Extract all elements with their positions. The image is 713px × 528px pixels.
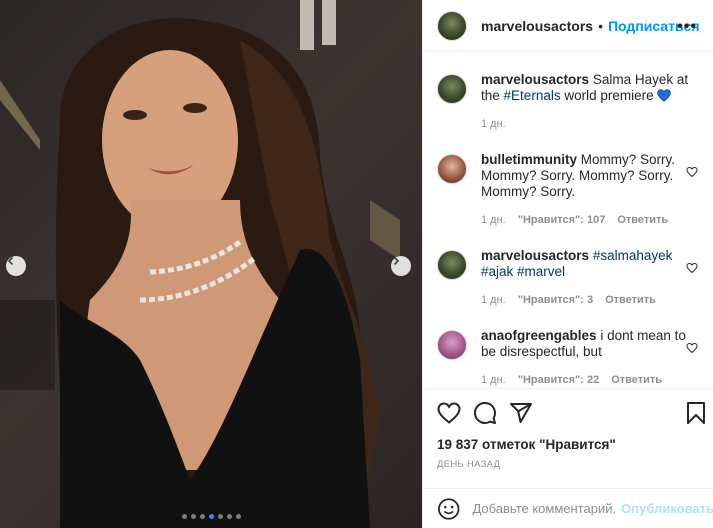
carousel-dot [199, 514, 205, 519]
post-sidebar: marvelousactors • Подписаться ••• marvel… [422, 0, 713, 528]
post-date[interactable]: ДЕНЬ НАЗАД [437, 459, 700, 470]
comment-username[interactable]: marvelousactors [481, 72, 589, 87]
emoji-icon[interactable] [437, 497, 460, 521]
comments-list: marvelousactors Salma Hayek at the #Eter… [423, 52, 713, 388]
carousel-dot [235, 514, 241, 519]
comment-likes[interactable]: "Нравится": 22 [518, 372, 599, 388]
post-actions: 19 837 отметок "Нравится" ДЕНЬ НАЗАД [423, 388, 713, 470]
comment-time[interactable]: 1 дн. [481, 212, 506, 228]
header-separator: • [598, 17, 603, 34]
carousel-indicator [0, 514, 422, 519]
post-author-username[interactable]: marvelousactors [481, 18, 593, 34]
add-comment-bar: Добавьте комментарий... Опубликовать [423, 488, 713, 528]
caption: marvelousactors Salma Hayek at the #Eter… [437, 52, 698, 132]
caption-text: world premiere [564, 88, 654, 103]
like-heart-icon[interactable] [437, 402, 461, 424]
previous-photo-button[interactable] [6, 256, 26, 276]
reply-button[interactable]: Ответить [617, 212, 668, 228]
carousel-dot [226, 514, 232, 519]
avatar[interactable] [437, 154, 467, 184]
comment-username[interactable]: anaofgreengables [481, 328, 597, 343]
like-comment-heart-icon[interactable] [686, 342, 698, 354]
comment-time[interactable]: 1 дн. [481, 372, 506, 388]
like-comment-heart-icon[interactable] [686, 166, 698, 178]
like-comment-heart-icon[interactable] [686, 262, 698, 274]
photo-illustration [0, 0, 400, 528]
carousel-dot [217, 514, 223, 519]
reply-button[interactable]: Ответить [611, 372, 662, 388]
publish-button[interactable]: Опубликовать [621, 501, 713, 516]
blue-heart-emoji-icon [657, 89, 672, 102]
carousel-dot [190, 514, 196, 519]
avatar[interactable] [437, 330, 467, 360]
comment-username[interactable]: bulletimmunity [481, 152, 577, 167]
comment-likes[interactable]: "Нравится": 3 [518, 292, 593, 308]
more-options-icon[interactable]: ••• [677, 18, 697, 36]
avatar[interactable] [437, 250, 467, 280]
chevron-right-icon [393, 256, 400, 266]
carousel-dot-active [208, 514, 214, 519]
avatar[interactable] [437, 10, 467, 41]
comment: bulletimmunity Mommy? Sorry. Mommy? Sorr… [437, 132, 698, 228]
comment-time[interactable]: 1 дн. [481, 116, 506, 132]
comment-icon[interactable] [473, 401, 497, 425]
comment: anaofgreengables i dont mean to be disre… [437, 308, 698, 388]
post-header: marvelousactors • Подписаться ••• [423, 0, 713, 52]
next-photo-button[interactable] [391, 256, 411, 276]
likes-count[interactable]: 19 837 отметок "Нравится" [437, 437, 700, 452]
comment: marvelousactors #salmahayek #ajak #marve… [437, 228, 698, 308]
comment-time[interactable]: 1 дн. [481, 292, 506, 308]
post-photo[interactable] [0, 0, 422, 528]
share-icon[interactable] [509, 401, 533, 425]
bookmark-icon[interactable] [686, 401, 706, 425]
reply-button[interactable]: Ответить [605, 292, 656, 308]
hashtag-link[interactable]: #Eternals [504, 88, 561, 103]
comment-likes[interactable]: "Нравится": 107 [518, 212, 606, 228]
comment-input[interactable]: Добавьте комментарий... [472, 501, 617, 516]
carousel-dot [181, 514, 187, 519]
chevron-left-icon [7, 256, 14, 266]
comment-username[interactable]: marvelousactors [481, 248, 589, 263]
avatar[interactable] [437, 74, 467, 104]
